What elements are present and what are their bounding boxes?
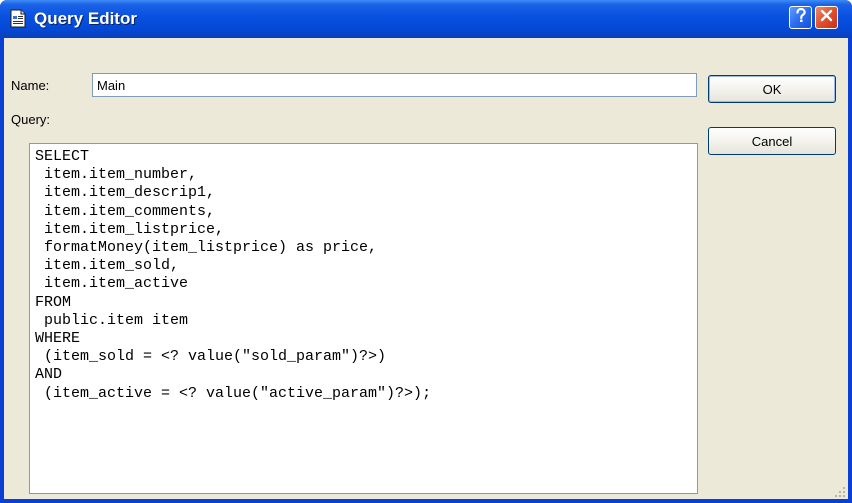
question-mark-icon	[794, 7, 808, 28]
query-editor-window: Query Editor Name: Query: SELECT item.it…	[0, 0, 852, 503]
window-title: Query Editor	[34, 9, 137, 28]
resize-grip-icon[interactable]	[834, 485, 846, 497]
ok-button[interactable]: OK	[708, 75, 836, 103]
query-textarea[interactable]: SELECT item.item_number, item.item_descr…	[29, 143, 698, 494]
close-icon	[820, 9, 833, 27]
close-button[interactable]	[815, 6, 838, 29]
title-bar[interactable]: Query Editor	[0, 0, 852, 38]
name-label: Name:	[11, 78, 50, 93]
cancel-button[interactable]: Cancel	[708, 127, 836, 155]
name-input[interactable]	[92, 73, 697, 97]
document-icon	[9, 9, 27, 28]
query-label: Query:	[11, 112, 51, 127]
query-text[interactable]: SELECT item.item_number, item.item_descr…	[30, 144, 697, 407]
dialog-body: Name: Query: SELECT item.item_number, it…	[4, 38, 848, 499]
help-button[interactable]	[789, 6, 812, 29]
